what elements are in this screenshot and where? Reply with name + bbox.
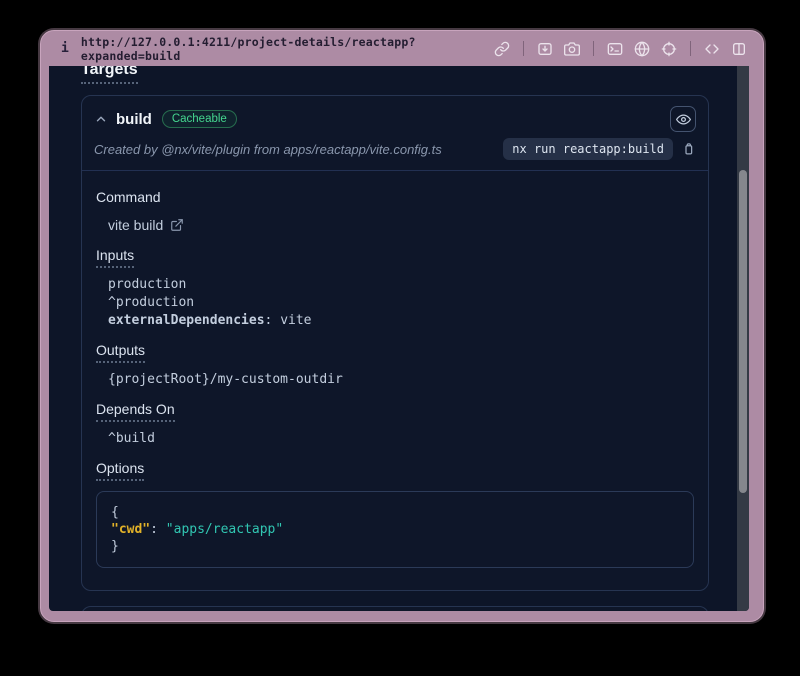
section-inputs-label: Inputs: [96, 247, 694, 268]
created-by-note: Created by @nx/vite/plugin from apps/rea…: [94, 142, 442, 157]
sidebar-button[interactable]: [731, 41, 747, 57]
scrollbar-track[interactable]: [737, 66, 749, 611]
input-item: production: [108, 276, 694, 294]
code-line: {: [111, 504, 679, 521]
app-window: i http://127.0.0.1:4211/project-details/…: [40, 30, 764, 622]
eye-icon: [676, 112, 691, 127]
section-depends-on-label: Depends On: [96, 401, 694, 422]
globe-button[interactable]: [634, 41, 650, 57]
chevron-up-icon[interactable]: [94, 112, 108, 126]
code-button[interactable]: [704, 41, 720, 57]
section-command-label: Command: [96, 189, 694, 205]
crosshair-icon: [661, 41, 677, 57]
camera-icon: [564, 41, 580, 57]
target-name: build: [116, 111, 152, 128]
download-button[interactable]: [537, 41, 553, 57]
toolbar: [494, 41, 747, 57]
link-button[interactable]: [494, 41, 510, 57]
command-value: vite build: [108, 217, 163, 233]
terminal-icon: [607, 41, 623, 57]
code-line: }: [111, 538, 679, 555]
targets-heading: Targets: [81, 66, 709, 84]
options-code-block: { "cwd": "apps/reactapp" }: [96, 491, 694, 568]
crosshair-button[interactable]: [661, 41, 677, 57]
view-details-button[interactable]: [670, 106, 696, 132]
input-item: ^production: [108, 294, 694, 312]
copy-icon: [681, 142, 696, 157]
run-command-chip: nx run reactapp:build: [503, 138, 673, 160]
target-card-build: build Cacheable Created by @nx/vite/plug…: [81, 95, 709, 591]
open-config-button[interactable]: [170, 218, 184, 232]
depends-on-item: ^build: [108, 430, 694, 448]
titlebar: i http://127.0.0.1:4211/project-details/…: [41, 31, 763, 66]
toolbar-separator: [593, 41, 594, 56]
code-icon: [704, 41, 720, 57]
camera-button[interactable]: [564, 41, 580, 57]
sidebar-icon: [731, 41, 747, 57]
info-icon: i: [61, 41, 69, 56]
toolbar-separator: [523, 41, 524, 56]
input-external-deps: externalDependencies: vite: [108, 312, 694, 330]
build-card-header[interactable]: build Cacheable: [82, 96, 708, 134]
target-card-serve: serve vite serve: [81, 606, 709, 611]
content-area: Targets build Cacheable Created by @nx/v…: [49, 66, 749, 611]
url-text: http://127.0.0.1:4211/project-details/re…: [81, 35, 494, 63]
cacheable-badge: Cacheable: [162, 110, 237, 128]
copy-command-button[interactable]: [681, 142, 696, 157]
link-icon: [494, 41, 510, 57]
external-link-icon: [170, 218, 184, 232]
code-line: "cwd": "apps/reactapp": [111, 521, 679, 538]
build-card-body: Command vite build Inputs production ^pr…: [82, 171, 708, 590]
build-card-subheader: Created by @nx/vite/plugin from apps/rea…: [82, 134, 708, 170]
section-options-label: Options: [96, 460, 694, 481]
toolbar-separator: [690, 41, 691, 56]
globe-icon: [634, 41, 650, 57]
scrollbar-thumb[interactable]: [739, 170, 747, 493]
output-item: {projectRoot}/my-custom-outdir: [108, 371, 694, 389]
section-outputs-label: Outputs: [96, 342, 694, 363]
serve-card-header[interactable]: serve vite serve: [82, 607, 708, 611]
download-icon: [537, 41, 553, 57]
terminal-button[interactable]: [607, 41, 623, 57]
